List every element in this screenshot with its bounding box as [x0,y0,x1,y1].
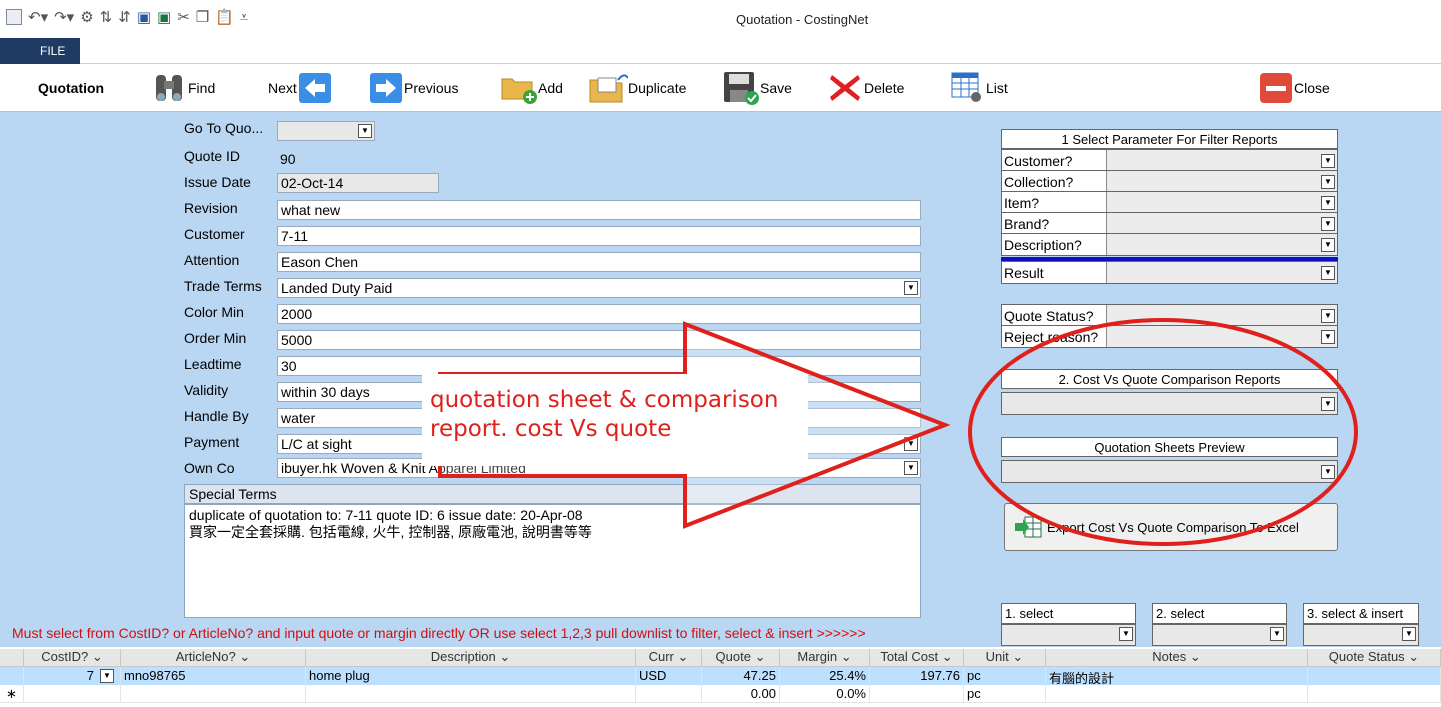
form-title: Quotation [38,80,105,96]
annotation-ellipse [968,318,1358,546]
close-minus-icon [1260,73,1292,103]
table-cell-description[interactable] [306,685,636,703]
table-cell-quote-status[interactable] [1308,685,1441,703]
table-cell-description[interactable]: home plug [306,667,636,685]
list-button[interactable]: List [950,64,1008,112]
toolbar: Quotation Find Next Previous Add Duplica… [0,64,1441,112]
add-label: Add [538,80,563,96]
title-bar: ↶▾ ↷▾ ⚙ ⇅ ⇵ ▣ ▣ ✂ ❐ 📋 ⩡ Quotation - Cost… [0,0,1441,38]
col-header-quote[interactable]: Quote ⌄ [702,649,780,667]
find-button[interactable]: Find [152,64,215,112]
table-cell-articleno[interactable] [121,685,306,703]
sort-desc-icon[interactable]: ⇵ [118,8,131,26]
table-cell-margin[interactable]: 25.4% [780,667,870,685]
find-label: Find [188,80,216,96]
close-label: Close [1294,80,1330,96]
undo-icon[interactable]: ↶▾ [28,8,48,26]
table-cell-unit[interactable]: pc [964,667,1046,685]
next-button[interactable]: Next [268,64,333,112]
table-cell-unit[interactable]: pc [964,685,1046,703]
sort-icon[interactable]: ⇅ [100,8,113,26]
table-cell-total-cost: 197.76 [870,667,964,685]
folder-duplicate-icon [589,74,628,103]
delete-x-icon [830,75,860,101]
table-cell-margin[interactable]: 0.0% [780,685,870,703]
col-header-unit[interactable]: Unit ⌄ [964,649,1046,667]
paste-icon[interactable]: 📋 [215,8,234,26]
arrow-right-icon [370,73,402,103]
previous-button[interactable]: Previous [368,64,458,112]
add-button[interactable]: Add [500,64,563,112]
arrow-left-icon [298,73,331,103]
col-header-curr[interactable]: Curr ⌄ [636,649,702,667]
col-header-notes[interactable]: Notes ⌄ [1046,649,1308,667]
app-icon [6,9,22,25]
col-header-description[interactable]: Description ⌄ [306,649,636,667]
col-header-margin[interactable]: Margin ⌄ [780,649,870,667]
annotation-text: quotation sheet & comparison report. cos… [430,387,779,442]
file-tab[interactable]: FILE [0,38,80,64]
quotation-form: Go To Quo... ▼ Quote ID 90 Issue Date 02… [0,112,1441,647]
cut-icon[interactable]: ✂ [177,8,190,26]
instruction-text: Must select from CostID? or ArticleNo? a… [12,625,866,641]
quick-access-toolbar: ↶▾ ↷▾ ⚙ ⇅ ⇵ ▣ ▣ ✂ ❐ 📋 ⩡ [6,8,248,26]
table-cell-quote[interactable]: 0.00 [702,685,780,703]
duplicate-label: Duplicate [628,80,687,96]
excel-export-icon[interactable]: ▣ [157,8,171,26]
next-label: Next [268,80,297,96]
col-header-quote-status[interactable]: Quote Status ⌄ [1308,649,1441,667]
table-cell-articleno[interactable]: mno98765 [121,667,306,685]
col-header-articleno[interactable]: ArticleNo? ⌄ [121,649,306,667]
table-cell-costid[interactable] [24,685,121,703]
table-cell-quote[interactable]: 47.25 [702,667,780,685]
word-export-icon[interactable]: ▣ [137,8,151,26]
table-cell-notes[interactable]: 有腦的設計 [1046,667,1308,686]
table-cell-curr[interactable]: USD [636,667,702,685]
line-items-grid: CostID? ⌄ ArticleNo? ⌄ Description ⌄ Cur… [0,649,1441,707]
list-grid-icon [951,72,981,102]
annotation-overlay [422,318,1358,546]
list-label: List [986,80,1008,96]
table-cell-quote-status[interactable] [1308,667,1441,685]
customize-qat-icon[interactable]: ⩡ [240,9,248,26]
ribbon-bar: FILE [0,38,1441,64]
table-cell-total-cost [870,685,964,703]
col-header-costid[interactable]: CostID? ⌄ [24,649,121,667]
copy-icon[interactable]: ❐ [196,8,209,26]
floppy-save-icon [724,72,759,105]
redo-icon[interactable]: ↷▾ [54,8,74,26]
delete-label: Delete [864,80,905,96]
filter-icon[interactable]: ⚙ [80,8,93,26]
new-row-marker[interactable]: ∗ [0,685,24,703]
duplicate-button[interactable]: Duplicate [588,64,686,112]
row-selector[interactable] [0,667,24,685]
table-cell-curr[interactable] [636,685,702,703]
close-button[interactable]: Close [1258,64,1330,112]
delete-button[interactable]: Delete [828,64,904,112]
col-header-total-cost[interactable]: Total Cost ⌄ [870,649,964,667]
table-cell-notes[interactable] [1046,685,1308,703]
folder-add-icon [501,78,537,104]
window-title: Quotation - CostingNet [736,12,869,27]
save-label: Save [760,80,792,96]
binoculars-icon [156,75,182,101]
grid-corner[interactable] [0,649,24,667]
previous-label: Previous [404,80,459,96]
save-button[interactable]: Save [722,64,792,112]
chevron-down-icon[interactable]: ▼ [100,669,114,683]
table-cell-costid[interactable]: 7 ▼ [24,667,121,685]
